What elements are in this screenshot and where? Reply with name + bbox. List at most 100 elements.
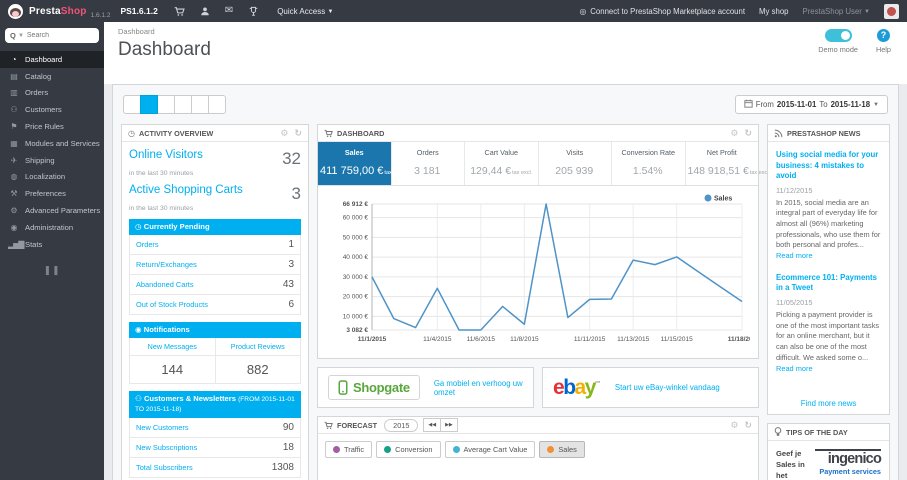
date-picker[interactable]: From 2015-11-01 To 2015-11-18 ▼ — [734, 95, 888, 114]
refresh-icon[interactable]: ↻ — [294, 128, 302, 139]
news-article-title[interactable]: Ecommerce 101: Payments in a Tweet — [776, 273, 881, 294]
user-avatar[interactable] — [884, 3, 899, 19]
clock-icon: ◷ — [135, 222, 142, 231]
forecast-toggle[interactable]: Traffic — [325, 441, 373, 458]
sidebar-search[interactable]: Q ▼ — [5, 28, 99, 43]
sidebar-item[interactable]: ◍ Localization — [0, 169, 104, 186]
sidebar-collapse-button[interactable]: ❚❚ — [0, 265, 104, 276]
forecast-panel-title: FORECAST — [337, 420, 378, 430]
pending-row-link[interactable]: Orders — [136, 240, 159, 249]
notification-label-link[interactable]: Product Reviews — [215, 338, 300, 356]
online-visitors-value: 32 — [282, 149, 301, 168]
cart-icon[interactable] — [174, 6, 185, 17]
kpi-tab[interactable]: Visits 205 939 — [539, 142, 612, 185]
kpi-label: Sales — [344, 148, 364, 157]
notification-label-link[interactable]: New Messages — [130, 338, 215, 356]
refresh-icon[interactable]: ↻ — [744, 420, 752, 431]
refresh-icon[interactable]: ↻ — [744, 128, 752, 139]
pending-row-link[interactable]: Out of Stock Products — [136, 300, 208, 309]
sidebar-item-label: Localization — [25, 172, 66, 182]
help-icon[interactable]: ? — [876, 29, 890, 42]
sidebar-item[interactable]: ⚙ Advanced Parameters — [0, 202, 104, 219]
gear-icon[interactable]: ⚙ — [730, 420, 738, 431]
sidebar-item-icon: ⚒ — [10, 189, 17, 199]
forecast-toggle[interactable]: Average Cart Value — [444, 441, 536, 458]
forecast-toggle[interactable]: Conversion — [376, 441, 441, 458]
user-menu[interactable]: PrestaShop User ▼ — [803, 7, 871, 16]
activity-panel-title: ACTIVITY OVERVIEW — [138, 128, 214, 138]
kpi-tab[interactable]: Orders 3 181 — [392, 142, 465, 185]
trophy-icon[interactable] — [248, 6, 259, 17]
svg-text:11/4/2015: 11/4/2015 — [423, 336, 452, 343]
sidebar-item[interactable]: ▥ Orders — [0, 85, 104, 102]
online-visitors-link[interactable]: Online Visitors — [129, 149, 203, 161]
sidebar-item[interactable]: ⚇ Customers — [0, 101, 104, 118]
date-range-button[interactable] — [191, 95, 209, 114]
next-year-button[interactable]: ▶▶ — [440, 418, 458, 432]
previous-year-button[interactable]: ◀◀ — [423, 418, 442, 432]
forecast-year[interactable]: 2015 — [384, 418, 419, 432]
kpi-tab[interactable]: Conversion Rate 1.54% — [612, 142, 686, 185]
shopgate-link[interactable]: Ga mobiel en verhoog uw omzet — [434, 379, 523, 397]
forecast-panel: FORECAST 2015 ◀◀ ▶▶ ⚙ ↻ Traffic Conversi… — [317, 416, 759, 480]
read-more-link[interactable]: Read more — [776, 364, 813, 373]
news-article-title[interactable]: Using social media for your business: 4 … — [776, 150, 881, 182]
find-more-news-link[interactable]: Find more news — [768, 399, 889, 408]
date-range-button[interactable] — [157, 95, 175, 114]
customers-row-link[interactable]: New Customers — [136, 423, 189, 432]
sidebar-item[interactable]: ⚑ Price Rules — [0, 118, 104, 135]
sidebar-item[interactable]: ◉ Administration — [0, 219, 104, 236]
dashboard-panel-title: DASHBOARD — [337, 128, 385, 138]
forecast-toggle-label: Conversion — [395, 445, 433, 454]
activity-icon: ◷ — [128, 128, 135, 138]
customers-row-link[interactable]: Total Subscribers — [136, 463, 193, 472]
sidebar-item-icon: ▂▅▇ — [8, 239, 24, 249]
quick-access-menu[interactable]: Quick Access ▼ — [277, 7, 333, 16]
svg-text:Sales: Sales — [714, 196, 732, 203]
date-range-button[interactable] — [174, 95, 192, 114]
date-range-button[interactable] — [208, 95, 226, 114]
read-more-link[interactable]: Read more — [776, 251, 813, 260]
pending-row-value: 6 — [288, 298, 294, 310]
my-shop-link[interactable]: My shop — [759, 7, 788, 16]
sidebar-item[interactable]: ◔ Dashboard — [0, 51, 104, 68]
sidebar-item[interactable]: ▤ Catalog — [0, 68, 104, 85]
sidebar-item[interactable]: ▂▅▇ Stats — [0, 236, 104, 253]
series-color-dot — [333, 446, 340, 453]
phone-icon — [338, 380, 348, 395]
news-panel-title: PRESTASHOP NEWS — [787, 128, 861, 138]
profile-icon[interactable] — [200, 6, 210, 17]
svg-text:20 000 €: 20 000 € — [343, 294, 369, 301]
sidebar-item[interactable]: ▦ Modules and Services — [0, 135, 104, 152]
active-carts-link[interactable]: Active Shopping Carts — [129, 184, 243, 196]
svg-text:11/13/2015: 11/13/2015 — [617, 336, 649, 343]
sidebar-item[interactable]: ✈ Shipping — [0, 152, 104, 169]
customers-row-link[interactable]: New Subscriptions — [136, 443, 197, 452]
kpi-tab[interactable]: Cart Value 129,44 €tax excl. — [465, 142, 539, 185]
kpi-label: Cart Value — [484, 148, 518, 157]
kpi-tabs: Sales 411 759,00 €tax excl. Orders 3 181… — [318, 142, 771, 186]
pending-row: Orders 1 — [129, 234, 301, 255]
gear-icon[interactable]: ⚙ — [730, 128, 738, 139]
mail-icon[interactable]: ✉ — [225, 6, 233, 16]
ebay-link[interactable]: Start uw eBay-winkel vandaag — [615, 383, 720, 392]
kpi-tab[interactable]: Net Profit 148 918,51 €tax excl. — [686, 142, 771, 185]
date-range-button[interactable] — [140, 95, 158, 114]
search-input[interactable] — [26, 32, 85, 39]
kpi-tab[interactable]: Sales 411 759,00 €tax excl. — [318, 142, 405, 185]
forecast-toggle-label: Sales — [558, 445, 577, 454]
date-range-button[interactable] — [123, 95, 141, 114]
forecast-toggle[interactable]: Sales — [539, 441, 585, 458]
sidebar-item[interactable]: ⚒ Preferences — [0, 185, 104, 202]
news-article-excerpt: Picking a payment provider is one of the… — [776, 309, 880, 373]
pending-row-link[interactable]: Return/Exchanges — [136, 260, 197, 269]
pending-row-link[interactable]: Abandoned Carts — [136, 280, 194, 289]
marketplace-link[interactable]: ◎ Connect to PrestaShop Marketplace accou… — [579, 7, 745, 16]
breadcrumb[interactable]: Dashboard — [118, 27, 893, 36]
pending-row-value: 3 — [288, 258, 294, 270]
sidebar-item-label: Administration — [25, 222, 74, 232]
demo-mode-toggle[interactable] — [824, 29, 852, 42]
gear-icon[interactable]: ⚙ — [280, 128, 288, 139]
kpi-value: 411 759,00 €tax excl. — [320, 165, 405, 177]
sidebar-item-icon: ✈ — [10, 155, 18, 165]
